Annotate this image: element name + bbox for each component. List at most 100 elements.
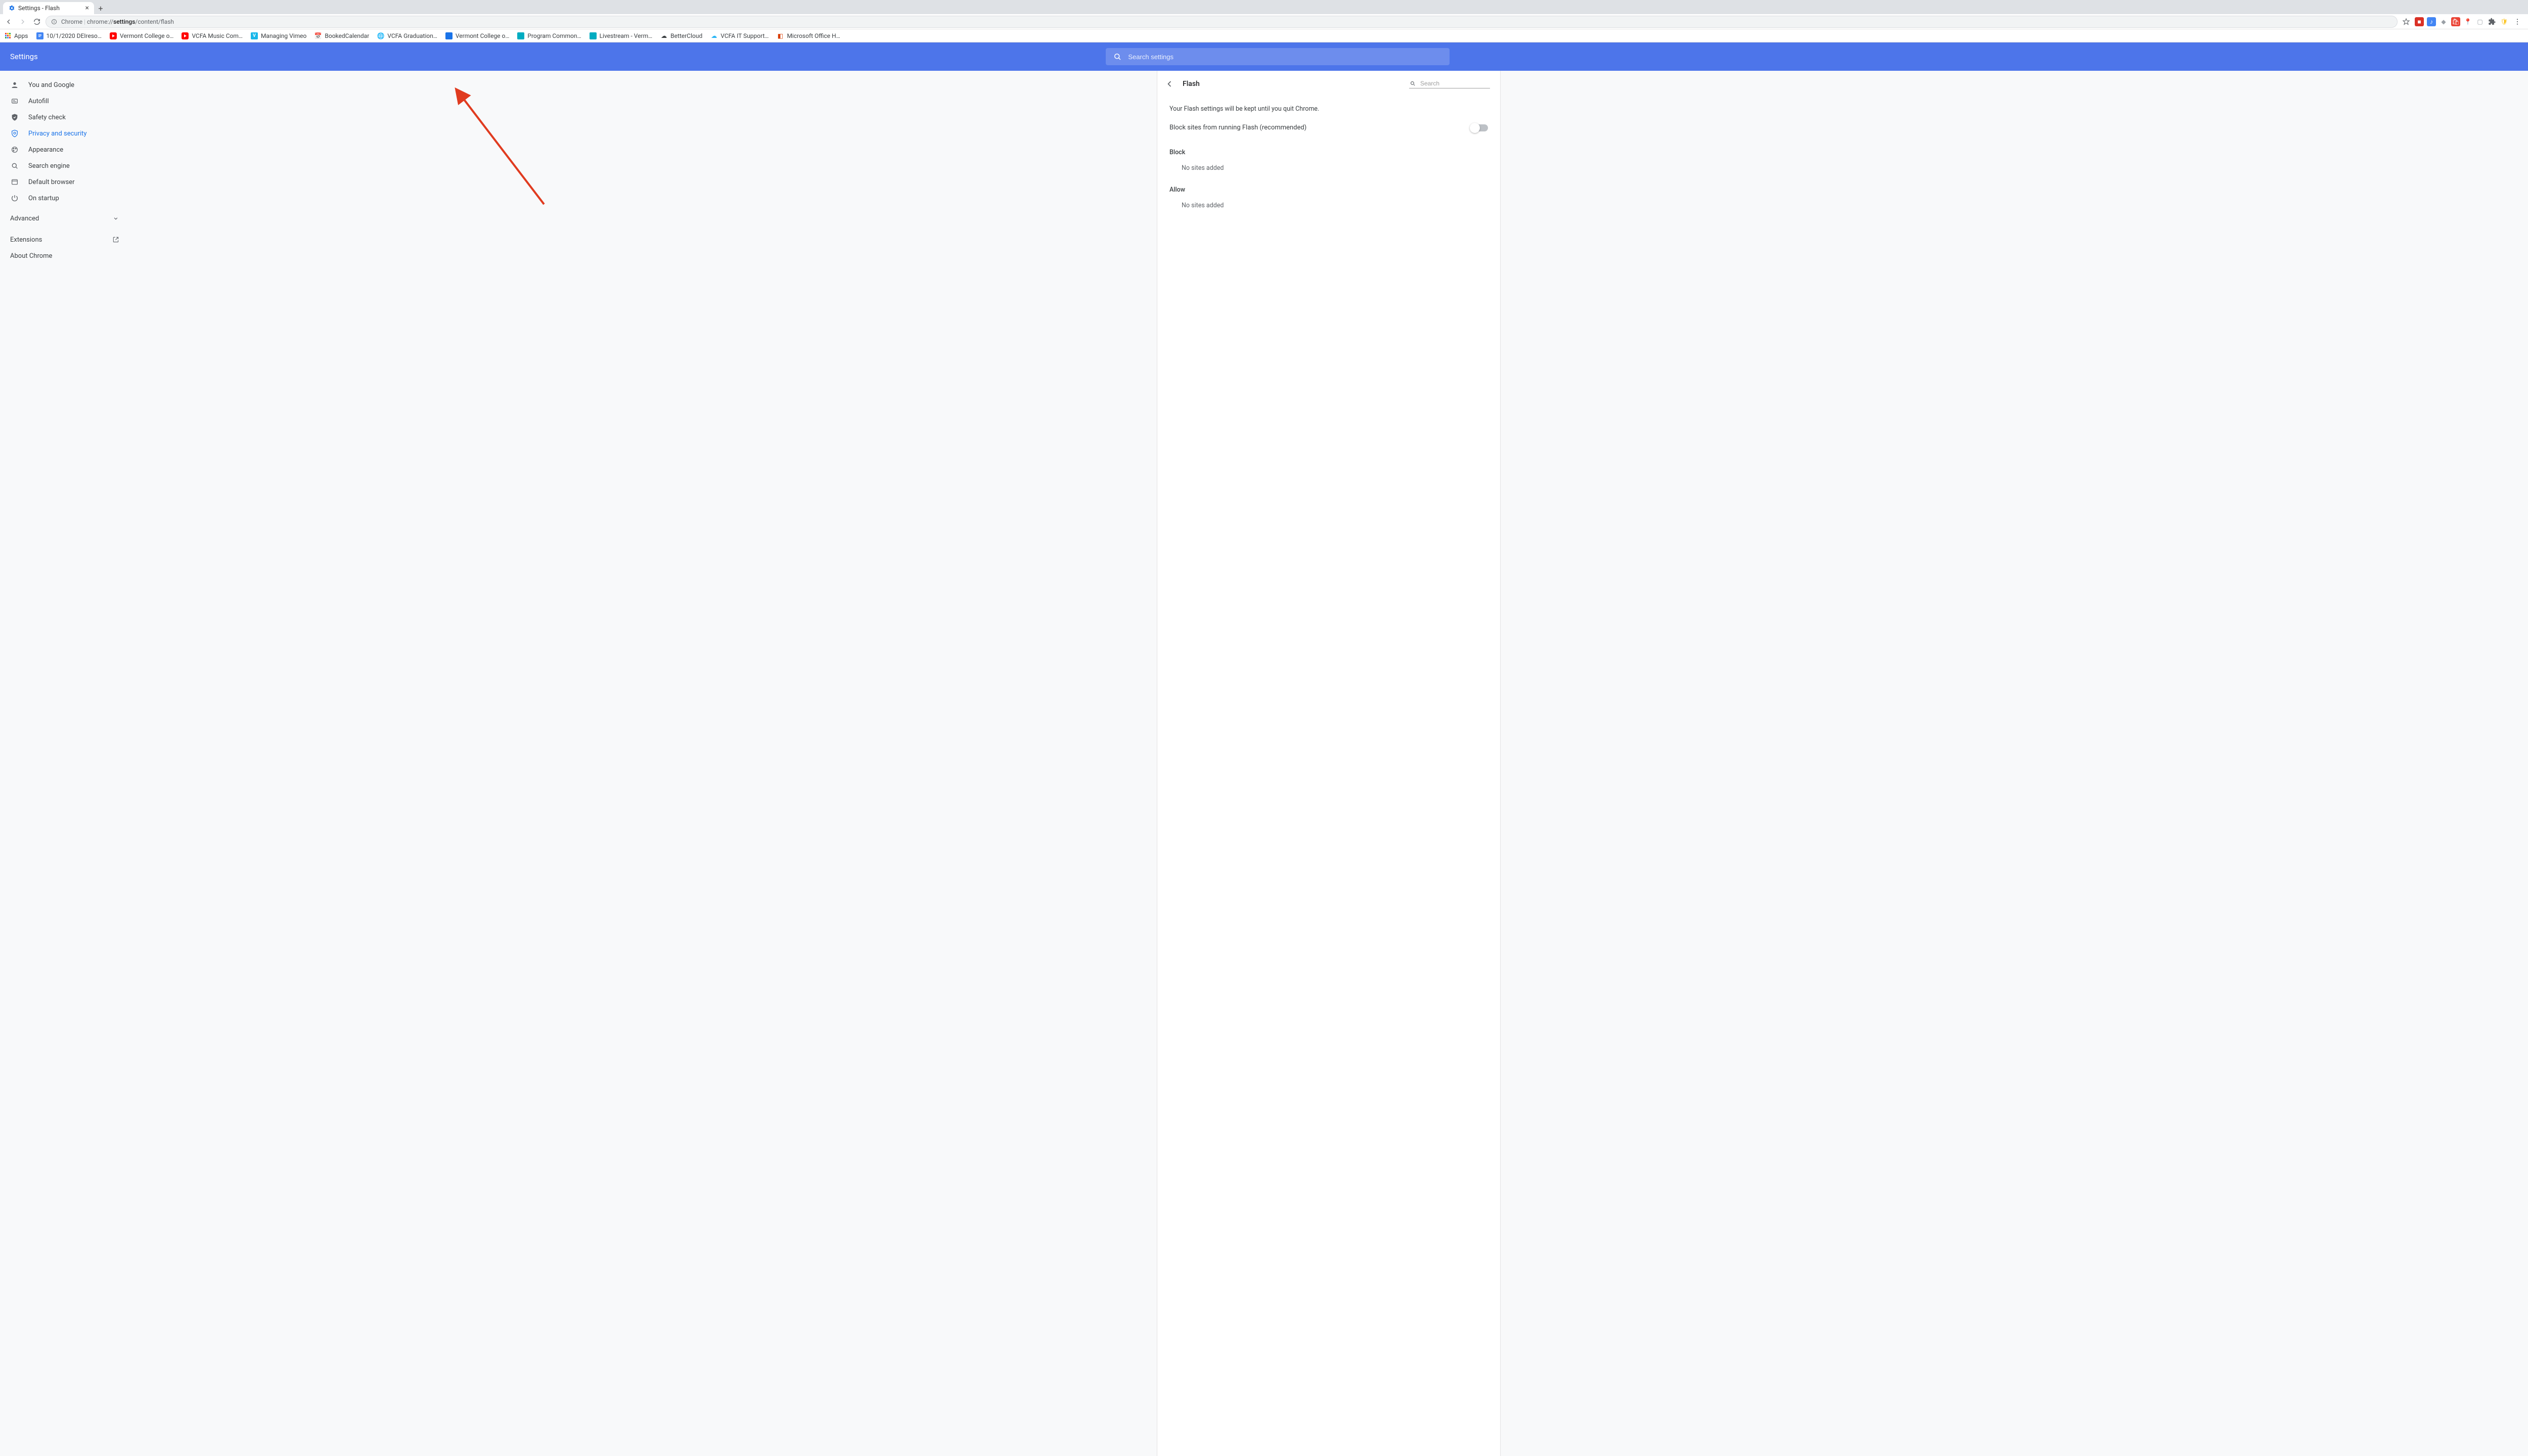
autofill-icon xyxy=(10,97,19,106)
browser-tab[interactable]: Settings - Flash × xyxy=(3,2,94,14)
content-card: Flash Your Flash settings will be kept u… xyxy=(1157,71,1501,1456)
content-search-input[interactable] xyxy=(1420,80,1490,87)
sidebar-item-label: Safety check xyxy=(28,114,66,121)
bookmark-item[interactable]: Program Common… xyxy=(517,32,581,39)
bookmark-item[interactable]: Livestream - Verm… xyxy=(590,32,653,39)
bookmark-star-icon[interactable] xyxy=(2401,16,2412,27)
site-icon xyxy=(517,32,524,39)
tab-strip: Settings - Flash × + xyxy=(0,0,2528,14)
bookmark-item[interactable]: ☁VCFA IT Support… xyxy=(710,32,769,39)
bookmark-label: BetterCloud xyxy=(670,32,702,39)
bookmark-item[interactable]: 10/1/2020 DEIreso… xyxy=(36,32,102,39)
url-scheme: Chrome xyxy=(61,18,82,25)
apps-grid-icon xyxy=(4,32,11,39)
content-back-button[interactable] xyxy=(1163,78,1176,90)
sidebar-about-link[interactable]: About Chrome xyxy=(0,248,129,264)
address-bar[interactable]: Chrome | chrome://settings/content/flash xyxy=(46,16,2398,28)
extension-icon[interactable]: 🛡 xyxy=(2500,17,2509,26)
sidebar-item-paint[interactable]: Appearance xyxy=(0,142,129,158)
extensions-puzzle-icon[interactable] xyxy=(2488,17,2497,26)
sidebar-item-security[interactable]: Privacy and security xyxy=(0,125,129,142)
site-icon xyxy=(590,32,597,39)
globe-icon: 🌐 xyxy=(377,32,384,39)
bookmark-label: Apps xyxy=(14,32,28,39)
bookmark-item[interactable]: Vermont College o… xyxy=(110,32,174,39)
sidebar-item-label: On startup xyxy=(28,195,59,202)
site-info-icon[interactable] xyxy=(51,19,57,25)
bookmark-item[interactable]: VManaging Vimeo xyxy=(251,32,306,39)
sidebar-item-browser[interactable]: Default browser xyxy=(0,174,129,190)
search-icon xyxy=(10,161,19,170)
bookmark-item[interactable]: ◧Microsoft Office H… xyxy=(777,32,840,39)
url-rest: /content/flash xyxy=(135,18,174,25)
bookmark-label: Vermont College o… xyxy=(120,32,174,39)
chevron-down-icon xyxy=(112,215,119,222)
bookmark-item[interactable]: Apps xyxy=(4,32,28,39)
paint-icon xyxy=(10,145,19,154)
sidebar-extensions-link[interactable]: Extensions xyxy=(0,232,129,248)
block-flash-toggle-label: Block sites from running Flash (recommen… xyxy=(1169,124,1306,131)
new-tab-button[interactable]: + xyxy=(94,2,107,14)
chrome-menu-icon[interactable] xyxy=(2512,16,2523,27)
search-icon xyxy=(1113,52,1122,61)
bookmark-item[interactable]: Vermont College o… xyxy=(445,32,510,39)
bookmark-item[interactable]: ☁BetterCloud xyxy=(660,32,702,39)
main-area: You and Google Autofill Safety check Privac… xyxy=(0,71,2528,1456)
bookmark-label: Program Common… xyxy=(527,32,581,39)
office-icon: ◧ xyxy=(777,32,784,39)
bookmark-label: Vermont College o… xyxy=(456,32,510,39)
bookmark-label: Microsoft Office H… xyxy=(787,32,840,39)
browser-toolbar: Chrome | chrome://settings/content/flash… xyxy=(0,14,2528,29)
sidebar-item-label: Default browser xyxy=(28,178,75,186)
extension-icon[interactable]: ■ xyxy=(2415,17,2424,26)
google-doc-icon xyxy=(36,32,43,39)
sidebar-item-person[interactable]: You and Google xyxy=(0,77,129,93)
settings-search-input[interactable] xyxy=(1128,53,1442,61)
settings-search-bar[interactable] xyxy=(1106,48,1450,65)
sidebar-item-autofill[interactable]: Autofill xyxy=(0,93,129,109)
sidebar-item-label: Autofill xyxy=(28,98,49,105)
person-icon xyxy=(10,80,19,89)
content-search[interactable] xyxy=(1409,80,1490,88)
cloud-icon: ☁ xyxy=(710,32,717,39)
sidebar-advanced-toggle[interactable]: Advanced xyxy=(0,209,129,228)
url-bold: settings xyxy=(113,18,135,25)
block-section-empty: No sites added xyxy=(1157,159,1500,176)
nav-forward-button[interactable] xyxy=(17,16,28,27)
sidebar-extensions-label: Extensions xyxy=(10,236,42,244)
bookmark-label: VCFA Graduation… xyxy=(387,32,437,39)
bookmark-item[interactable]: 📅BookedCalendar xyxy=(314,32,369,39)
sidebar-item-label: Appearance xyxy=(28,146,63,154)
flash-info-text: Your Flash settings will be kept until y… xyxy=(1157,93,1500,117)
search-icon xyxy=(1409,80,1416,87)
extension-icon[interactable]: ◆ xyxy=(2439,17,2448,26)
nav-back-button[interactable] xyxy=(3,16,14,27)
extension-icon[interactable]: 🛍 xyxy=(2451,17,2460,26)
calendar-icon: 📅 xyxy=(314,32,322,39)
shield-icon xyxy=(10,113,19,122)
settings-app-title: Settings xyxy=(10,52,38,61)
browser-icon xyxy=(10,177,19,187)
bookmark-item[interactable]: VCFA Music Com… xyxy=(182,32,242,39)
sidebar-item-search[interactable]: Search engine xyxy=(0,158,129,174)
extension-icon[interactable]: ▢ xyxy=(2475,17,2485,26)
bookmark-item[interactable]: 🌐VCFA Graduation… xyxy=(377,32,437,39)
url-prefix: chrome:// xyxy=(87,18,113,25)
settings-header: Settings xyxy=(0,42,2528,71)
block-flash-toggle-row: Block sites from running Flash (recommen… xyxy=(1157,117,1500,139)
extension-icon[interactable]: ♪ xyxy=(2427,17,2436,26)
sidebar-item-label: Privacy and security xyxy=(28,130,87,138)
bookmark-label: Managing Vimeo xyxy=(261,32,306,39)
sidebar-item-shield[interactable]: Safety check xyxy=(0,109,129,125)
cloud-icon: ☁ xyxy=(660,32,667,39)
power-icon xyxy=(10,194,19,203)
block-flash-toggle[interactable] xyxy=(1471,124,1488,131)
nav-reload-button[interactable] xyxy=(31,16,42,27)
settings-sidebar: You and Google Autofill Safety check Privac… xyxy=(0,71,129,1456)
close-tab-icon[interactable]: × xyxy=(85,4,89,12)
block-section-label: Block xyxy=(1157,139,1500,159)
extension-icon[interactable]: 📍 xyxy=(2463,17,2472,26)
vimeo-icon: V xyxy=(251,32,258,39)
sidebar-item-power[interactable]: On startup xyxy=(0,190,129,206)
content-header: Flash xyxy=(1157,71,1500,93)
